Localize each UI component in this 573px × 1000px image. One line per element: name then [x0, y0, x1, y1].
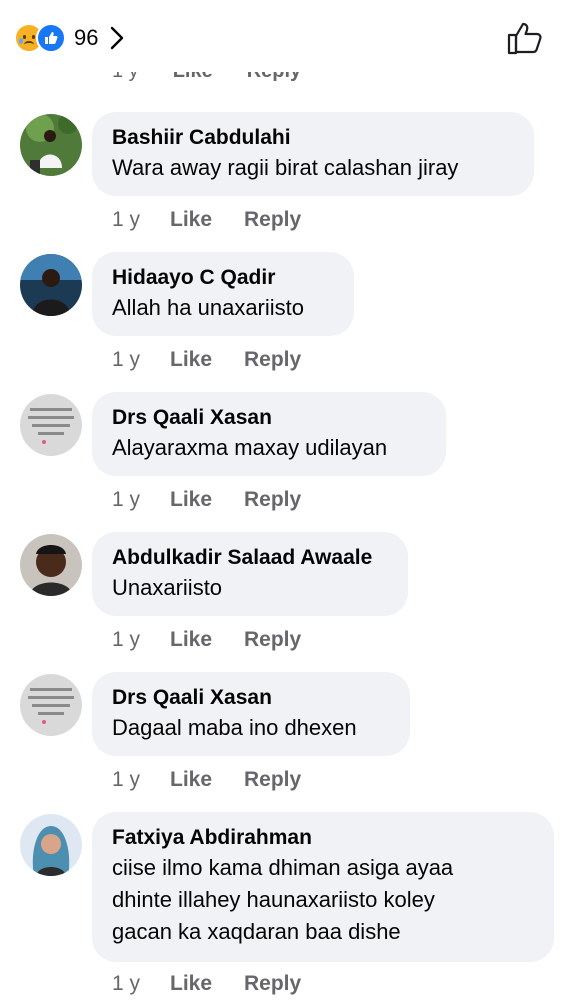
commenter-name[interactable]: Bashiir Cabdulahi — [112, 124, 514, 152]
reaction-count: 96 — [74, 25, 99, 50]
like-reaction-icon — [36, 23, 66, 53]
comment-time: 1 y — [112, 768, 141, 791]
comment-time: 1 y — [112, 208, 141, 231]
comment-bubble: Abdulkadir Salaad Awaale Unaxariisto — [92, 532, 408, 616]
comment-actions: 1 y Like Reply — [112, 972, 301, 996]
comment-actions: 1 y Like Reply — [112, 768, 301, 792]
like-link[interactable]: Like — [170, 488, 244, 512]
commenter-name[interactable]: Abdulkadir Salaad Awaale — [112, 544, 388, 572]
commenter-name[interactable]: Hidaayo C Qadir — [112, 264, 334, 292]
comment-bubble: Fatxiya Abdirahman ciise ilmo kama dhima… — [92, 812, 554, 962]
reply-link[interactable]: Reply — [244, 348, 301, 372]
comment-text: Wara away ragii birat calashan jiray — [112, 155, 459, 180]
comment-actions: 1 y Like Reply — [112, 208, 301, 232]
avatar[interactable] — [20, 814, 82, 876]
avatar[interactable] — [20, 674, 82, 736]
comment-text-line: ciise ilmo kama dhiman asiga ayaa — [112, 855, 454, 880]
reaction-summary[interactable]: 96 — [14, 22, 128, 54]
commenter-name[interactable]: Drs Qaali Xasan — [112, 404, 426, 432]
comment-bubble: Hidaayo C Qadir Allah ha unaxariisto — [92, 252, 354, 336]
avatar[interactable] — [20, 394, 82, 456]
like-link[interactable]: Like — [170, 348, 244, 372]
avatar[interactable] — [20, 114, 82, 176]
like-link[interactable]: Like — [170, 628, 244, 652]
reply-link[interactable]: Reply — [244, 628, 301, 652]
reply-link[interactable]: Reply — [244, 768, 301, 792]
comment-text: Allah ha unaxariisto — [112, 295, 305, 320]
commenter-name[interactable]: Fatxiya Abdirahman — [112, 824, 534, 852]
avatar[interactable] — [20, 534, 82, 596]
reply-link[interactable]: Reply — [244, 208, 301, 232]
comment-text: Alayaraxma maxay udilayan — [112, 435, 388, 460]
like-link[interactable]: Like — [170, 768, 244, 792]
like-link[interactable]: Like — [170, 972, 244, 996]
comment-text: Unaxariisto — [112, 575, 223, 600]
comment-time: 1 y — [112, 488, 141, 511]
comment-actions: 1 y Like Reply — [112, 628, 301, 652]
comment-bubble: Drs Qaali Xasan Alayaraxma maxay udilaya… — [92, 392, 446, 476]
avatar[interactable] — [20, 254, 82, 316]
comment-bubble: Bashiir Cabdulahi Wara away ragii birat … — [92, 112, 534, 196]
comment-time: 1 y — [112, 628, 141, 651]
thumbs-up-outline-icon[interactable] — [506, 20, 544, 56]
like-link[interactable]: Like — [170, 208, 244, 232]
commenter-name[interactable]: Drs Qaali Xasan — [112, 684, 390, 712]
chevron-right-icon[interactable] — [106, 25, 128, 51]
comment-text-line: dhinte illahey haunaxariisto koley — [112, 887, 435, 912]
comment-text: Dagaal maba ino dhexen — [112, 715, 357, 740]
reply-link[interactable]: Reply — [244, 488, 301, 512]
comment-time: 1 y — [112, 972, 141, 995]
reply-link[interactable]: Reply — [244, 972, 301, 996]
comment-time: 1 y — [112, 348, 141, 371]
comment-text-line: gacan ka xaqdaran baa dishe — [112, 919, 401, 944]
comment-actions: 1 y Like Reply — [112, 348, 301, 372]
reactions-header: 96 — [0, 0, 573, 72]
comment-actions: 1 y Like Reply — [112, 488, 301, 512]
comment-bubble: Drs Qaali Xasan Dagaal maba ino dhexen — [92, 672, 410, 756]
